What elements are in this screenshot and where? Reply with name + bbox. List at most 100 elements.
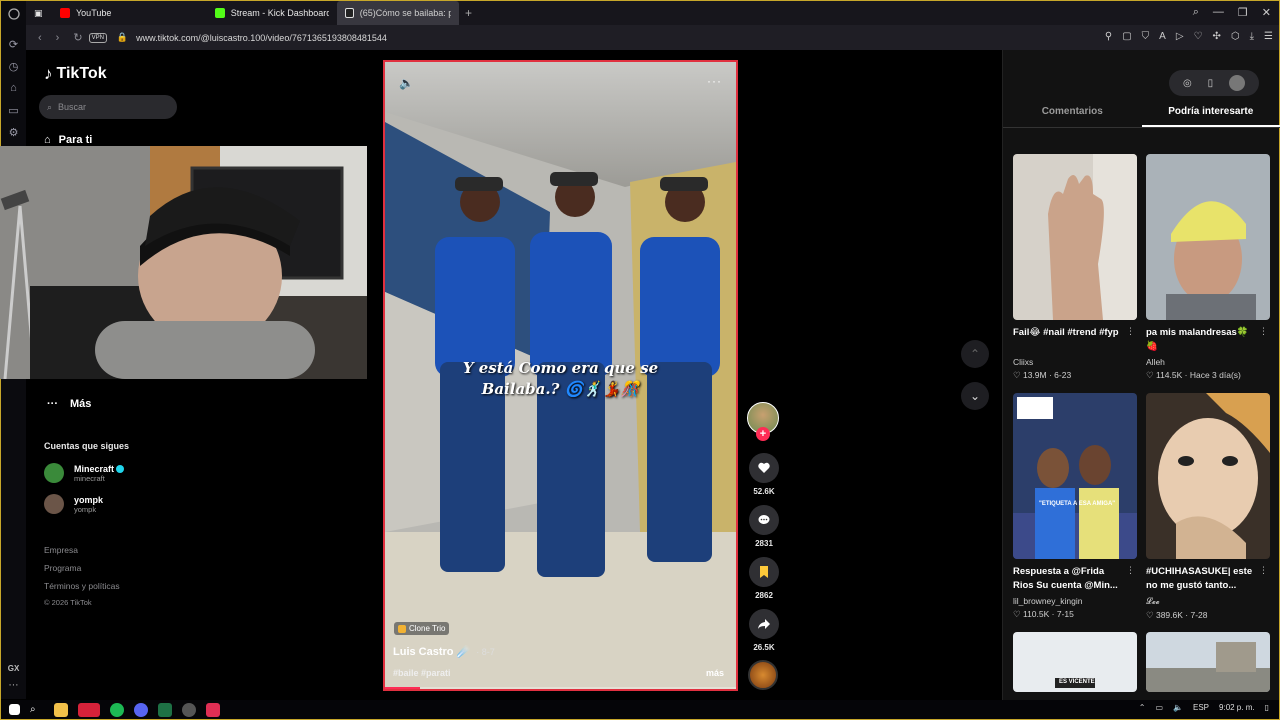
progress-bar[interactable] xyxy=(385,687,736,689)
pin-icon[interactable]: ⚲ xyxy=(1105,31,1112,42)
video-card[interactable] xyxy=(1146,632,1270,692)
opera-logo-icon[interactable] xyxy=(5,5,23,23)
followed-account[interactable]: yompk yompk xyxy=(44,494,103,514)
compass-icon[interactable]: ◎ xyxy=(1183,78,1192,89)
workspace-icon[interactable]: ▣ xyxy=(26,1,52,25)
next-video-button[interactable]: ⌄ xyxy=(961,382,989,410)
chevron-up-icon[interactable]: ⌃ xyxy=(1139,703,1146,712)
tab-comments[interactable]: Comentarios xyxy=(1003,106,1142,127)
tab-kick[interactable]: Stream - Kick Dashboard xyxy=(207,1,337,25)
lock-icon[interactable]: 🔒 xyxy=(117,32,128,43)
steam-icon[interactable] xyxy=(182,702,196,717)
volume-icon[interactable]: 🔈 xyxy=(1173,703,1183,712)
video-player[interactable]: 🔈 ··· Y está Como era que se Bailaba.? 🌀… xyxy=(383,60,738,691)
search-input[interactable]: ⌕ Buscar xyxy=(39,95,177,119)
following-header: Cuentas que sigues xyxy=(44,441,130,451)
card-options-icon[interactable]: ⋮ xyxy=(1259,565,1268,576)
video-card[interactable]: Fail😂 #nail #trend #fyp ⋮ Cliixs ♡ 13.9M… xyxy=(1013,154,1137,381)
refresh-icon[interactable]: ⟳ xyxy=(5,35,23,53)
tab-tiktok-active[interactable]: (65)Cómo se bailaba: paso xyxy=(337,1,459,25)
back-icon[interactable]: ‹ xyxy=(38,32,42,44)
settings-icon[interactable]: ⚙ xyxy=(5,123,23,141)
close-icon[interactable]: ✕ xyxy=(1262,6,1271,19)
comment-count: 2831 xyxy=(755,539,773,548)
tiktok-app-icon[interactable] xyxy=(206,702,220,717)
new-tab-icon[interactable]: + xyxy=(465,6,472,20)
nav-label: Más xyxy=(70,398,92,410)
video-card[interactable]: pa mis malandresas🍀🍓 ⋮ Alleh ♡ 114.5K · … xyxy=(1146,154,1270,381)
nav-for-you[interactable]: ⌂ Para ti xyxy=(44,134,92,146)
history-icon[interactable]: ◷ xyxy=(5,57,23,75)
video-card[interactable]: #UCHIHASASUKE| este no me gustó tanto...… xyxy=(1146,393,1270,621)
video-thumbnail: "ETIQUETA A ESA AMIGA" xyxy=(1013,393,1137,559)
download-icon[interactable]: ⤓ xyxy=(1250,31,1254,42)
previous-video-button[interactable]: ⌃ xyxy=(961,340,989,368)
excel-icon[interactable] xyxy=(158,702,172,717)
shield-icon[interactable]: ⛉ xyxy=(1142,31,1150,42)
minimize-icon[interactable]: — xyxy=(1213,6,1224,19)
opera-gx-icon[interactable] xyxy=(78,702,100,717)
nav-more[interactable]: ··· Más xyxy=(47,398,91,410)
flow-icon[interactable]: ⌂ xyxy=(5,79,23,97)
tiktok-logo[interactable]: ♪ TikTok xyxy=(44,64,107,84)
expand-description-button[interactable]: más xyxy=(706,668,724,678)
messenger-icon[interactable]: ▭ xyxy=(5,101,23,119)
menu-icon[interactable]: ☰ xyxy=(1264,31,1273,42)
card-options-icon[interactable]: ⋮ xyxy=(1126,565,1135,576)
effect-badge[interactable]: Clone Trio xyxy=(394,622,450,635)
followed-account[interactable]: Minecraft minecraft xyxy=(44,463,125,483)
file-explorer-icon[interactable] xyxy=(54,702,68,717)
windows-start-icon[interactable] xyxy=(9,704,20,715)
vpn-badge[interactable]: VPN xyxy=(88,32,107,43)
search-tabs-icon[interactable]: ⌕ xyxy=(1193,6,1199,19)
language-indicator[interactable]: ESP xyxy=(1193,703,1209,712)
search-icon[interactable]: ⌕ xyxy=(30,703,44,717)
play-icon[interactable]: ▷ xyxy=(1176,31,1184,42)
puzzle-icon[interactable]: ✣ xyxy=(1212,31,1220,42)
clock[interactable]: 9:02 p. m. xyxy=(1219,703,1255,712)
more-dots-icon[interactable]: ⋯ xyxy=(9,680,19,691)
video-options-icon[interactable]: ··· xyxy=(707,74,722,88)
snapshot-icon[interactable]: ▢ xyxy=(1122,31,1131,42)
music-disc-icon[interactable] xyxy=(748,660,778,690)
video-card[interactable]: "ETIQUETA A ESA AMIGA" Respuesta a @Frid… xyxy=(1013,393,1137,620)
video-author[interactable]: Luis Castro ☄️ · 8-7 xyxy=(393,645,495,658)
reload-icon[interactable]: ↻ xyxy=(73,31,82,44)
effect-icon xyxy=(398,624,406,633)
translate-icon[interactable]: A xyxy=(1159,31,1166,42)
notifications-icon[interactable]: ▯ xyxy=(1265,703,1269,712)
save-button[interactable]: 2862 xyxy=(748,557,780,600)
author-name: Luis Castro ☄️ xyxy=(393,646,471,658)
card-options-icon[interactable]: ⋮ xyxy=(1259,326,1268,337)
caption-line: Bailaba.? 🌀🕺💃🎊 xyxy=(481,380,640,398)
verified-icon xyxy=(116,465,125,474)
footer-link[interactable]: Programa xyxy=(44,563,81,573)
profile-avatar[interactable] xyxy=(1229,75,1246,91)
forward-icon[interactable]: › xyxy=(56,32,60,44)
account-name: Minecraft xyxy=(74,463,115,474)
footer-link[interactable]: Empresa xyxy=(44,545,78,555)
phone-icon[interactable]: ▯ xyxy=(1208,78,1214,89)
card-author: Cliixs xyxy=(1013,357,1034,367)
discord-icon[interactable] xyxy=(134,702,148,717)
account-handle: yompk xyxy=(74,504,97,514)
maximize-icon[interactable]: ❐ xyxy=(1238,6,1248,19)
follow-plus-icon[interactable]: + xyxy=(756,427,770,441)
spotify-icon[interactable] xyxy=(110,702,124,717)
url-field[interactable]: www.tiktok.com/@luiscastro.100/video/767… xyxy=(136,33,387,43)
network-icon[interactable]: ▭ xyxy=(1155,703,1163,712)
video-thumbnail xyxy=(1146,154,1270,320)
video-card[interactable]: ES VICENTE xyxy=(1013,632,1137,692)
window-controls: ⌕ — ❐ ✕ xyxy=(1193,6,1271,19)
volume-icon[interactable]: 🔈 xyxy=(399,76,414,90)
comment-button[interactable]: 2831 xyxy=(748,505,780,548)
heart-icon[interactable]: ♡ xyxy=(1194,31,1203,42)
card-options-icon[interactable]: ⋮ xyxy=(1126,326,1135,337)
video-tags[interactable]: #baile #parati xyxy=(393,668,451,678)
tab-suggested[interactable]: Podría interesarte xyxy=(1141,106,1280,127)
cube-icon[interactable]: ⬡ xyxy=(1231,31,1240,42)
tab-youtube[interactable]: YouTube xyxy=(52,1,207,25)
like-button[interactable]: 52.6K xyxy=(748,453,780,496)
footer-link[interactable]: Términos y políticas xyxy=(44,581,120,591)
share-button[interactable]: 26.5K xyxy=(748,609,780,652)
